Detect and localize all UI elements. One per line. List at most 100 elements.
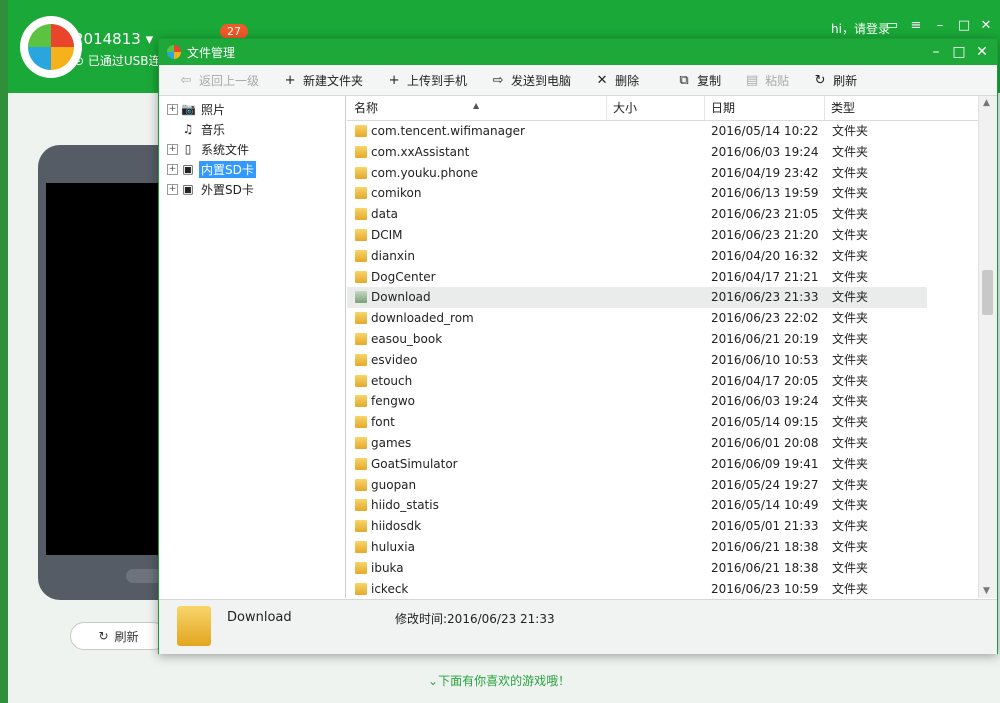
cell-name: GoatSimulator (371, 456, 458, 471)
notification-badge[interactable]: 27 (220, 24, 248, 39)
cell-type: 文件夹 (832, 415, 869, 430)
shield-icon: ⊙ (74, 54, 85, 68)
table-row[interactable]: ickeck 2016/06/23 10:59 文件夹 (347, 579, 979, 598)
expand-icon[interactable]: + (167, 163, 178, 175)
table-row[interactable]: com.youku.phone 2016/04/19 23:42 文件夹 (347, 163, 979, 184)
cell-type: 文件夹 (832, 498, 869, 513)
table-row[interactable]: DCIM 2016/06/23 21:20 文件夹 (347, 225, 979, 246)
column-date[interactable]: 日期 (704, 96, 825, 120)
tree-item[interactable]: + ▯ 系统文件 (167, 140, 251, 158)
table-row[interactable]: data 2016/06/23 21:05 文件夹 (347, 204, 979, 225)
minimize-icon[interactable]: – (930, 18, 950, 33)
scrollbar-thumb[interactable] (982, 270, 993, 315)
folder-icon (355, 520, 367, 533)
cell-type: 文件夹 (832, 477, 869, 492)
expand-icon[interactable]: + (167, 103, 178, 115)
expand-icon[interactable]: + (167, 143, 178, 155)
cell-date: 2016/04/17 20:05 (711, 373, 819, 388)
table-row[interactable]: games 2016/06/01 20:08 文件夹 (347, 433, 979, 454)
folder-icon (355, 541, 367, 553)
expand-icon[interactable]: + (167, 183, 178, 195)
cell-name: esvideo (371, 352, 418, 367)
refresh-icon: ↻ (98, 629, 109, 643)
delete-button[interactable]: ✕ 删除 (591, 68, 643, 92)
table-row[interactable]: fengwo 2016/06/03 19:24 文件夹 (347, 391, 979, 412)
tree-item[interactable]: + 📷 照片 (167, 100, 227, 118)
cell-type: 文件夹 (832, 456, 869, 471)
folder-icon (355, 478, 367, 491)
table-row[interactable]: comikon 2016/06/13 19:59 文件夹 (347, 183, 979, 204)
table-row[interactable]: font 2016/05/14 09:15 文件夹 (347, 412, 979, 433)
back-button[interactable]: ⇦ 返回上一级 (175, 68, 263, 92)
tree-item-label: 内置SD卡 (199, 160, 256, 178)
folder-icon (355, 374, 367, 387)
plus-icon: + (284, 72, 296, 88)
table-row[interactable]: huluxia 2016/06/21 18:38 文件夹 (347, 537, 979, 558)
maximize-icon[interactable]: □ (948, 42, 970, 62)
close-icon[interactable]: ✕ (976, 18, 996, 33)
cell-name: dianxin (371, 248, 415, 263)
cell-type: 文件夹 (832, 519, 869, 534)
table-row[interactable]: hiido_statis 2016/05/14 10:49 文件夹 (347, 495, 979, 516)
table-row[interactable]: DogCenter 2016/04/17 21:21 文件夹 (347, 267, 979, 288)
cell-type: 文件夹 (832, 186, 869, 201)
cell-name: DogCenter (371, 269, 436, 284)
table-row[interactable]: etouch 2016/04/17 20:05 文件夹 (347, 371, 979, 392)
scroll-down-icon[interactable]: ▼ (983, 586, 990, 596)
paste-button[interactable]: ▤ 粘贴 (741, 68, 793, 92)
table-row[interactable]: esvideo 2016/06/10 10:53 文件夹 (347, 350, 979, 371)
table-row[interactable]: com.tencent.wifimanager 2016/05/14 10:22 文… (347, 121, 979, 142)
table-row[interactable]: Download 2016/06/23 21:33 文件夹 (347, 287, 927, 309)
maximize-icon[interactable]: □ (954, 18, 974, 33)
cell-type: 文件夹 (832, 124, 869, 138)
device-name[interactable]: 2014813 ▾ (74, 30, 153, 48)
refresh-button[interactable]: ↻ 刷新 (809, 68, 861, 92)
promo-link[interactable]: ⌄下面有你喜欢的游戏哦！ (428, 672, 570, 689)
folder-icon (355, 166, 367, 179)
menu-icon[interactable]: ≡ (906, 18, 926, 33)
tree-item[interactable]: ♫ 音乐 (167, 120, 227, 138)
folder-icon (355, 395, 367, 408)
cell-date: 2016/04/17 21:21 (711, 269, 819, 284)
dialog-titlebar[interactable]: 文件管理 – □ ✕ (159, 39, 997, 65)
upload-button[interactable]: + 上传到手机 (383, 68, 471, 92)
table-row[interactable]: downloaded_rom 2016/06/23 22:02 文件夹 (347, 308, 979, 329)
new-folder-button[interactable]: + 新建文件夹 (279, 68, 367, 92)
close-icon[interactable]: ✕ (971, 42, 993, 62)
folder-icon (355, 499, 367, 512)
table-row[interactable]: guopan 2016/05/24 19:27 文件夹 (347, 475, 979, 496)
app-logo (20, 16, 82, 78)
send-to-pc-button[interactable]: ⇨ 发送到电脑 (487, 68, 575, 92)
cell-name: ibuka (371, 560, 404, 575)
folder-icon (355, 333, 367, 345)
vertical-scrollbar[interactable]: ▲ ▼ (978, 96, 997, 598)
table-row[interactable]: com.xxAssistant 2016/06/03 19:24 文件夹 (347, 142, 979, 163)
tree-item[interactable]: + ▣ 内置SD卡 (167, 160, 256, 178)
chevron-down-icon[interactable]: ▾ (146, 30, 154, 48)
folder-icon (355, 291, 367, 304)
scroll-up-icon[interactable]: ▲ (983, 98, 990, 108)
background-refresh-button[interactable]: ↻ 刷新 (70, 622, 167, 650)
cell-name: font (371, 415, 395, 430)
cell-date: 2016/06/21 20:19 (711, 332, 819, 346)
minimize-icon[interactable]: – (925, 42, 947, 62)
tree-item[interactable]: + ▣ 外置SD卡 (167, 180, 256, 198)
table-row[interactable]: ibuka 2016/06/21 18:38 文件夹 (347, 558, 979, 579)
cell-type: 文件夹 (832, 540, 869, 554)
cell-type: 文件夹 (832, 332, 869, 346)
paste-icon: ▤ (745, 72, 759, 88)
column-type[interactable]: 类型 (824, 96, 981, 120)
table-row[interactable]: GoatSimulator 2016/06/09 19:41 文件夹 (347, 454, 979, 475)
cell-date: 2016/06/23 21:20 (711, 228, 819, 242)
table-row[interactable]: hiidosdk 2016/05/01 21:33 文件夹 (347, 516, 979, 537)
status-bar: Download 修改时间:2016/06/23 21:33 (159, 599, 997, 654)
table-row[interactable]: dianxin 2016/04/20 16:32 文件夹 (347, 246, 979, 267)
table-row[interactable]: easou_book 2016/06/21 20:19 文件夹 (347, 329, 979, 350)
cell-type: 文件夹 (832, 394, 869, 409)
app-icon (167, 45, 181, 59)
cell-type: 文件夹 (832, 248, 869, 263)
copy-button[interactable]: ⧉ 复制 (673, 68, 725, 92)
column-size[interactable]: 大小 (606, 96, 705, 120)
column-name[interactable]: 名称 ▲ (347, 96, 607, 120)
feedback-icon[interactable]: ▭ (882, 18, 902, 33)
